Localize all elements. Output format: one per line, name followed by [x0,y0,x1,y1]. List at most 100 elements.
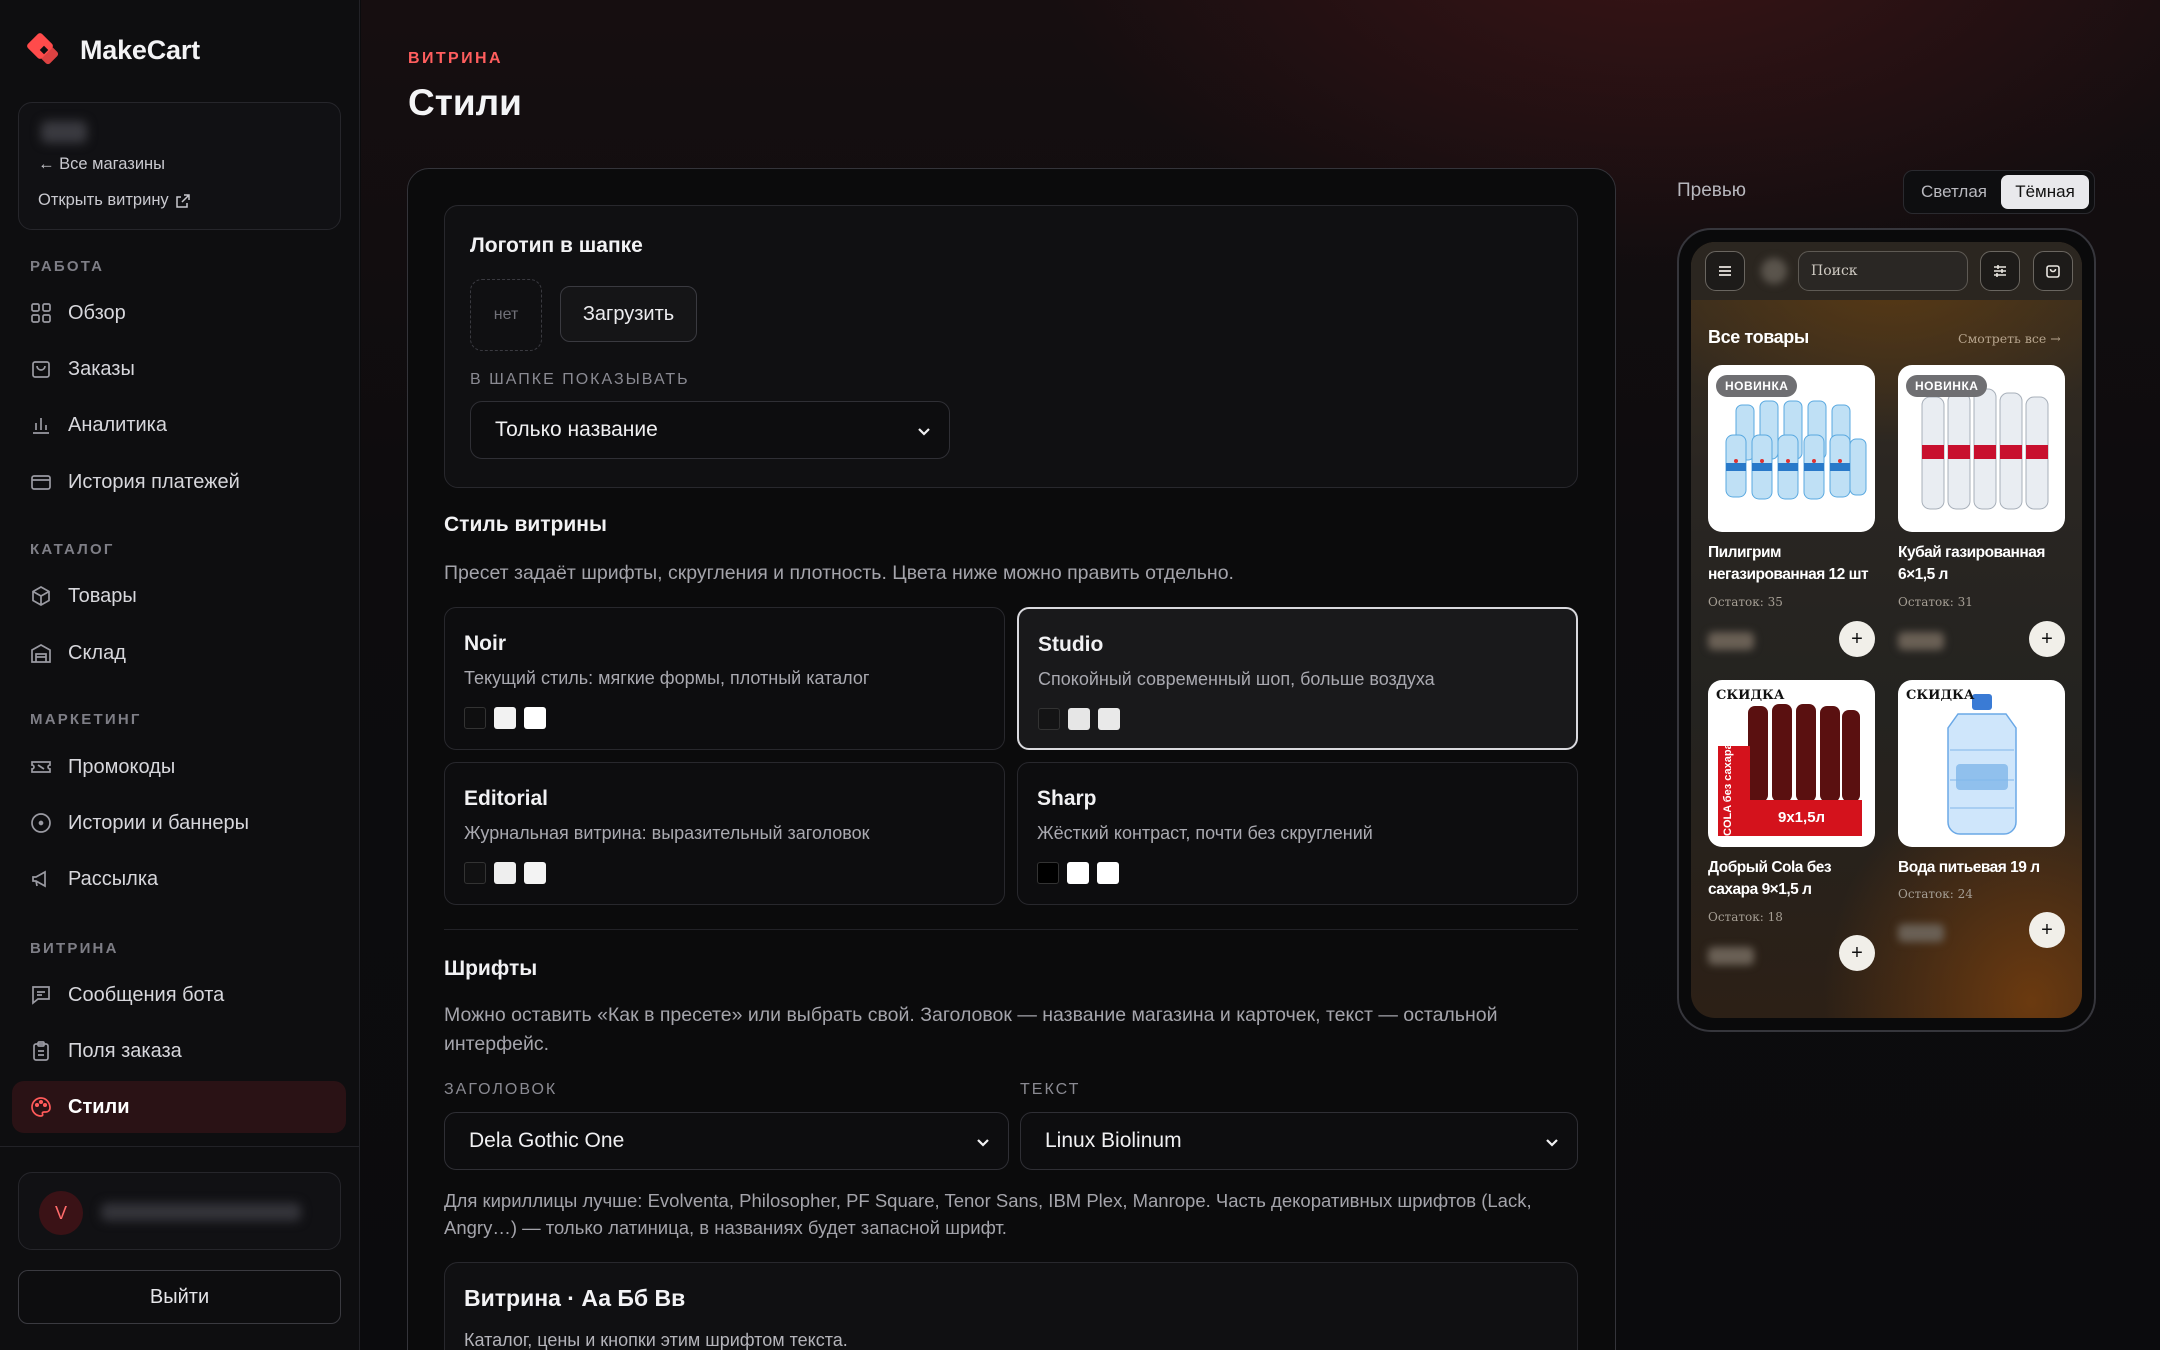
store-switcher: ← Все магазины Открыть витрину [18,102,341,230]
header-display-select[interactable]: Только название [470,401,950,459]
sidebar-item-label: Промокоды [68,755,176,778]
bar-chart-icon [33,418,49,434]
sidebar-item-overview[interactable]: Обзор [12,287,346,339]
circle-dot-icon [31,813,51,833]
product-image: НОВИНКА [1708,365,1875,532]
sidebar-item-payments[interactable]: История платежей [12,456,346,508]
brand[interactable]: MakeCart [24,30,200,70]
box-icon [32,586,50,606]
chevron-down-icon [977,1139,989,1147]
page-eyebrow: ВИТРИНА [408,50,503,67]
product-image: СКИДКА [1898,680,2065,847]
theme-dark-button[interactable]: Тёмная [2001,175,2089,209]
text-font-select[interactable]: Linux Biolinum [1020,1112,1578,1170]
preset-card-noir[interactable]: Noir Текущий стиль: мягкие формы, плотны… [444,607,1005,750]
swatch [524,862,546,884]
external-link-icon [175,193,190,208]
sidebar-item-stories-banners[interactable]: Истории и баннеры [12,797,346,849]
sidebar-item-promocodes[interactable]: Промокоды [12,741,346,793]
logout-button[interactable]: Выйти [18,1270,341,1324]
user-account[interactable]: V [18,1172,341,1250]
logo-section-title: Логотип в шапке [470,234,643,257]
logo-placeholder: нет [470,279,542,351]
sidebar-item-label: Сообщения бота [68,983,225,1006]
swatch [1068,708,1090,730]
storefront-style-title: Стиль витрины [444,513,607,536]
heading-font-label: ЗАГОЛОВОК [444,1081,558,1098]
preset-card-sharp[interactable]: Sharp Жёсткий контраст, почти без скругл… [1017,762,1578,905]
sidebar-divider [0,1146,359,1147]
product-price-redacted [1898,924,1944,942]
warehouse-icon [31,644,51,663]
font-sample-title: Витрина · Аа Бб Вв [464,1285,686,1311]
sidebar-item-analytics[interactable]: Аналитика [12,399,346,451]
open-storefront-link[interactable]: Открыть витрину [38,191,191,210]
font-sample-text: Каталог, цены и кнопки этим шрифтом текс… [464,1330,848,1350]
sidebar-item-mailing[interactable]: Рассылка [12,853,346,905]
styles-panel: Логотип в шапке нет Загрузить В ШАПКЕ ПО… [407,168,1616,1350]
preview-store-logo-redacted [1761,258,1787,284]
header-display-value: Только название [495,418,658,441]
sidebar-item-bot-messages[interactable]: Сообщения бота [12,969,346,1021]
bag-icon [2046,265,2060,278]
swatch [524,707,546,729]
preview-filter-button [1980,251,2020,291]
add-to-cart-button: + [2029,621,2065,657]
preset-description: Текущий стиль: мягкие формы, плотный кат… [464,668,870,688]
product-name: Пилигрим негазированная 12 шт [1708,544,1869,583]
preset-card-studio[interactable]: Studio Спокойный современный шоп, больше… [1017,607,1578,750]
product-price-redacted [1898,632,1944,650]
section-label-storefront: ВИТРИНА [30,940,119,957]
phone-preview: Поиск Все товары Смотреть все → НОВИНКА … [1677,228,2096,1032]
swatch [1067,862,1089,884]
store-name-redacted [41,121,87,143]
preset-name: Sharp [1037,787,1097,810]
swatch [464,707,486,729]
sidebar-item-label: Аналитика [68,413,167,436]
product-badge: НОВИНКА [1716,375,1798,397]
font-sample-card: Витрина · Аа Бб Вв Каталог, цены и кнопк… [444,1262,1578,1350]
preview-menu-button [1705,251,1745,291]
product-image: НОВИНКА [1898,365,2065,532]
product-name: Вода питьевая 19 л [1898,859,2040,876]
product-name: Кубай газированная 6×1,5 л [1898,544,2045,583]
preset-name: Noir [464,632,506,655]
swatch [1038,708,1060,730]
preview-see-all-link: Смотреть все → [1958,331,2061,346]
theme-light-button[interactable]: Светлая [1909,175,1999,209]
add-to-cart-button: + [1839,935,1875,971]
add-to-cart-button: + [1839,621,1875,657]
heading-font-select[interactable]: Dela Gothic One [444,1112,1009,1170]
sidebar-item-label: Товары [68,584,137,607]
all-stores-link[interactable]: ← Все магазины [38,155,165,174]
sidebar-item-styles[interactable]: Стили [12,1081,346,1133]
preset-card-editorial[interactable]: Editorial Журнальная витрина: выразитель… [444,762,1005,905]
storefront-style-description: Пресет задаёт шрифты, скругления и плотн… [444,562,1234,584]
card-icon [31,475,51,490]
sidebar-item-order-fields[interactable]: Поля заказа [12,1025,346,1077]
product-badge: НОВИНКА [1906,375,1988,397]
sidebar-item-orders[interactable]: Заказы [12,343,346,395]
fonts-title: Шрифты [444,957,538,980]
swatch [464,862,486,884]
chevron-down-icon [918,428,930,436]
sidebar-item-products[interactable]: Товары [12,570,346,622]
sidebar-item-label: Склад [68,641,126,664]
theme-toggle: Светлая Тёмная [1903,170,2095,214]
upload-logo-button[interactable]: Загрузить [560,286,697,342]
clipboard-icon [33,1041,49,1061]
brand-name: MakeCart [80,34,200,65]
product-stock: Остаток: 35 [1708,595,1783,609]
product-badge: СКИДКА [1906,688,1975,703]
preview-search-input: Поиск [1798,251,1968,291]
swatch [1037,862,1059,884]
product-pack-text: 9х1,5л [1778,809,1826,826]
avatar: V [39,1191,83,1235]
section-label-work: РАБОТА [30,258,105,275]
swatch [494,707,516,729]
text-font-label: ТЕКСТ [1020,1081,1081,1098]
sidebar-item-warehouse[interactable]: Склад [12,627,346,679]
message-icon [32,986,50,1005]
product-stock: Остаток: 18 [1708,910,1783,924]
header-display-label: В ШАПКЕ ПОКАЗЫВАТЬ [470,371,690,388]
